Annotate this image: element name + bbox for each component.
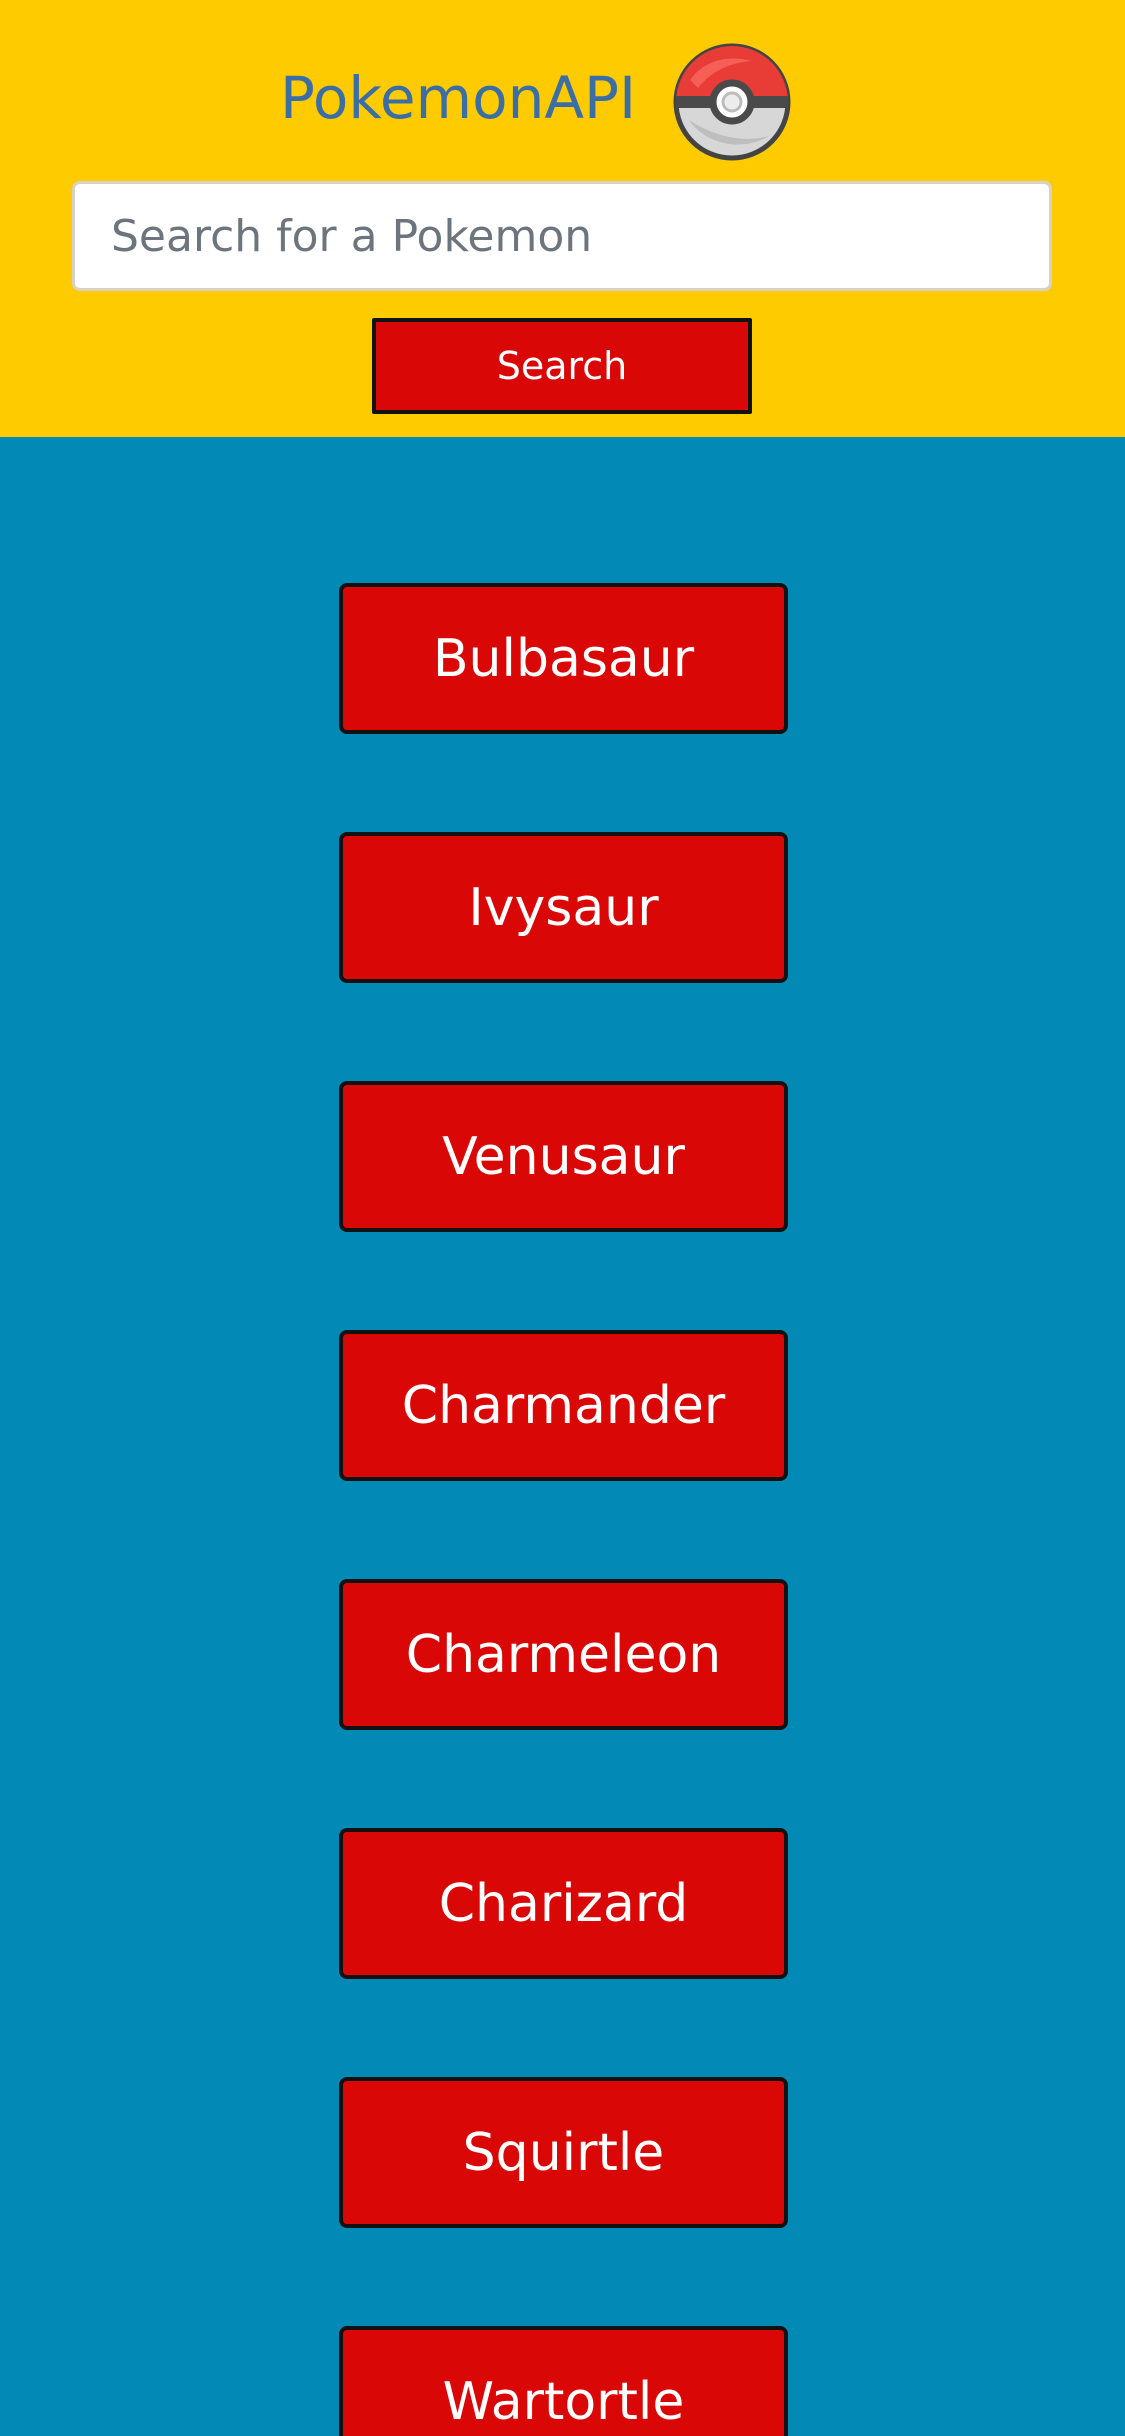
search-input[interactable] [72, 181, 1052, 291]
search-button[interactable]: Search [372, 318, 752, 414]
pokemon-page: PokemonAPI Search Bulbasaur Ivysaur Venu… [0, 0, 1125, 2436]
pokemon-button-ivysaur[interactable]: Ivysaur [339, 832, 788, 983]
pokemon-button-venusaur[interactable]: Venusaur [339, 1081, 788, 1232]
pokemon-list: Bulbasaur Ivysaur Venusaur Charmander Ch… [0, 437, 1125, 2436]
pokemon-button-charmander[interactable]: Charmander [339, 1330, 788, 1481]
app-title: PokemonAPI [280, 64, 637, 132]
pokeball-icon [673, 43, 791, 161]
pokemon-button-charizard[interactable]: Charizard [339, 1828, 788, 1979]
pokemon-button-squirtle[interactable]: Squirtle [339, 2077, 788, 2228]
top-header: PokemonAPI Search [0, 0, 1125, 437]
pokemon-button-wartortle[interactable]: Wartortle [339, 2326, 788, 2436]
pokemon-button-bulbasaur[interactable]: Bulbasaur [339, 583, 788, 734]
pokemon-button-charmeleon[interactable]: Charmeleon [339, 1579, 788, 1730]
